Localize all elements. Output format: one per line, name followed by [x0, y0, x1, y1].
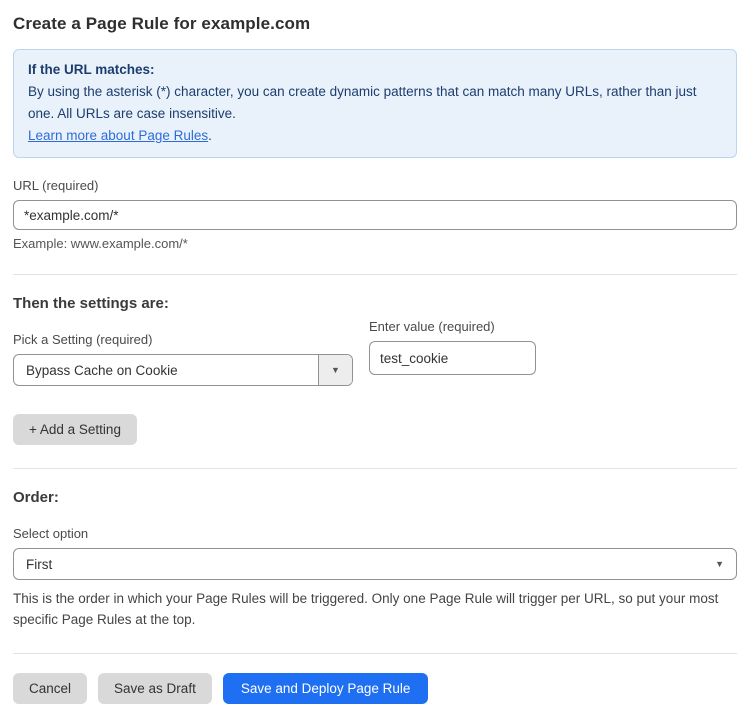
- setting-select-arrow-button[interactable]: ▼: [318, 355, 352, 385]
- divider: [13, 653, 737, 654]
- info-box-body: By using the asterisk (*) character, you…: [28, 81, 722, 125]
- url-field-label: URL (required): [13, 178, 737, 193]
- order-select-label: Select option: [13, 526, 737, 541]
- save-as-draft-button[interactable]: Save as Draft: [98, 673, 212, 704]
- setting-value-input[interactable]: [369, 341, 536, 375]
- learn-more-link[interactable]: Learn more about Page Rules: [28, 128, 208, 143]
- divider: [13, 468, 737, 469]
- form-actions: Cancel Save as Draft Save and Deploy Pag…: [13, 673, 737, 704]
- info-box-heading: If the URL matches:: [28, 59, 722, 81]
- url-input[interactable]: [13, 200, 737, 230]
- url-matches-info-box: If the URL matches: By using the asteris…: [13, 49, 737, 158]
- setting-value-label: Enter value (required): [369, 319, 536, 334]
- add-setting-button[interactable]: + Add a Setting: [13, 414, 137, 445]
- cancel-button[interactable]: Cancel: [13, 673, 87, 704]
- setting-select-column: Pick a Setting (required) Bypass Cache o…: [13, 312, 353, 386]
- info-box-link-line: Learn more about Page Rules.: [28, 125, 722, 147]
- chevron-down-icon: ▼: [331, 366, 340, 375]
- page-title: Create a Page Rule for example.com: [13, 0, 737, 34]
- order-section-heading: Order:: [13, 489, 737, 506]
- save-and-deploy-button[interactable]: Save and Deploy Page Rule: [223, 673, 429, 704]
- order-select[interactable]: First ▼: [13, 548, 737, 580]
- settings-row: Pick a Setting (required) Bypass Cache o…: [13, 312, 737, 386]
- settings-section-heading: Then the settings are:: [13, 295, 737, 312]
- setting-select-value: Bypass Cache on Cookie: [14, 355, 318, 385]
- order-select-value: First: [26, 557, 715, 572]
- setting-select-label: Pick a Setting (required): [13, 332, 353, 347]
- order-helper-text: This is the order in which your Page Rul…: [13, 588, 737, 630]
- chevron-down-icon: ▼: [715, 560, 724, 569]
- divider: [13, 274, 737, 275]
- link-suffix: .: [208, 128, 212, 143]
- setting-value-column: Enter value (required): [369, 319, 536, 375]
- setting-select[interactable]: Bypass Cache on Cookie ▼: [13, 354, 353, 386]
- url-example-helper: Example: www.example.com/*: [13, 236, 737, 251]
- create-page-rule-form: Create a Page Rule for example.com If th…: [0, 0, 750, 704]
